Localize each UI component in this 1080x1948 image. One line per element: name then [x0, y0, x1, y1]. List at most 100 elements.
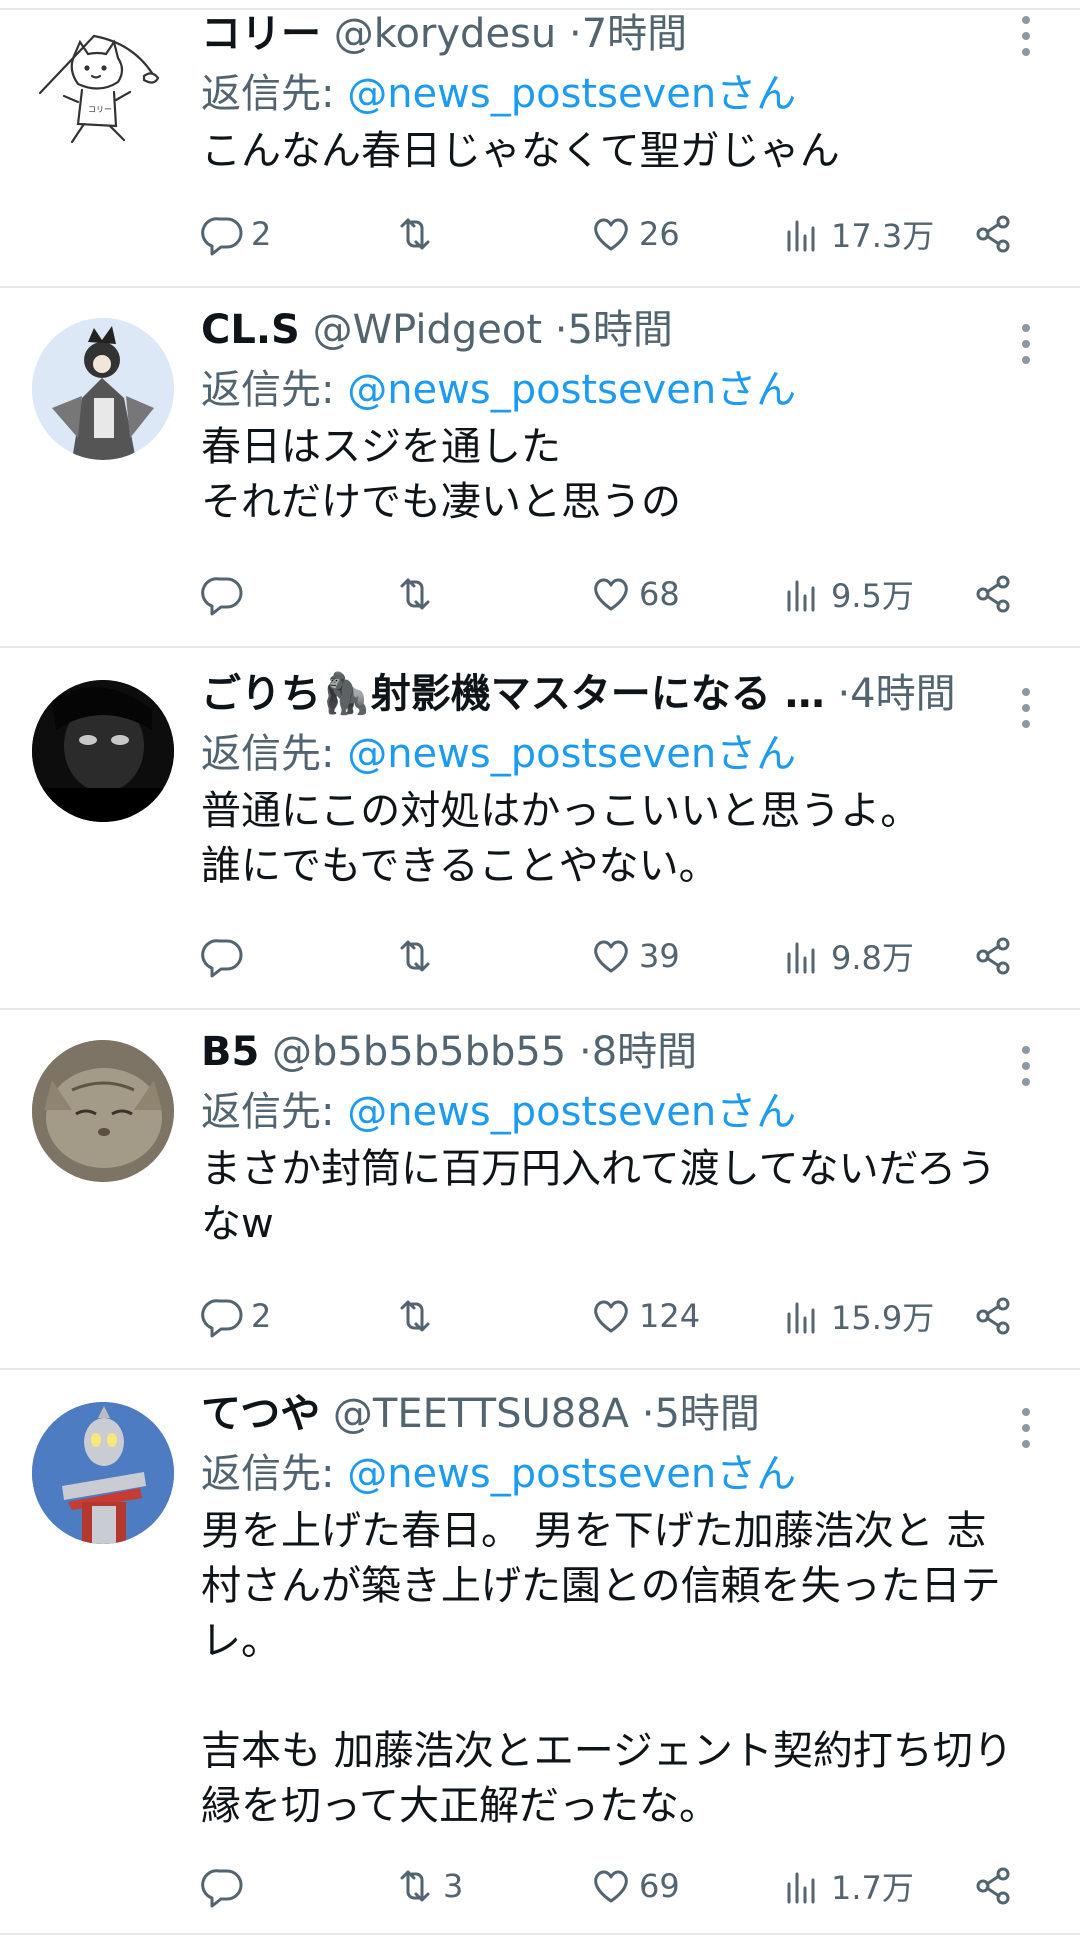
heart-icon — [594, 940, 628, 973]
avatar[interactable] — [32, 1402, 174, 1544]
heart-icon — [594, 218, 628, 251]
user-handle[interactable]: @b5b5b5bb55 — [272, 1029, 566, 1075]
avatar[interactable] — [32, 680, 174, 822]
cat-drawing-icon: コリー — [38, 34, 160, 144]
views-icon — [787, 220, 815, 252]
reply-button[interactable] — [201, 564, 251, 624]
reply-to-line: 返信先: @news_postsevenさん — [201, 1450, 1032, 1498]
dark-face-icon — [32, 680, 174, 822]
mention-link[interactable]: @news_postsevenさん — [347, 1089, 796, 1135]
retweet-icon — [400, 1300, 430, 1332]
tweet-reply[interactable]: コリー コリー @korydesu ·7時間 返信先: @news_postse… — [0, 0, 1080, 288]
timestamp[interactable]: 5時間 — [654, 1391, 759, 1437]
timestamp[interactable]: 4時間 — [850, 671, 955, 717]
more-options-icon[interactable] — [1014, 16, 1038, 56]
retweet-icon — [400, 1870, 430, 1902]
mention-link[interactable]: @news_postsevenさん — [347, 367, 796, 413]
mention-link[interactable]: @news_postsevenさん — [347, 71, 796, 117]
avatar[interactable] — [32, 1040, 174, 1182]
reply-to-label: 返信先: — [201, 1089, 348, 1135]
reply-button[interactable]: 2 — [201, 1286, 271, 1346]
more-options-icon[interactable] — [1014, 688, 1038, 728]
user-handle[interactable]: @TEETTSU88A — [333, 1391, 629, 1437]
reply-icon — [201, 217, 243, 256]
reply-icon — [201, 577, 243, 616]
display-name[interactable]: てつや — [201, 1391, 320, 1437]
like-count: 26 — [639, 215, 680, 253]
more-options-icon[interactable] — [1014, 1408, 1038, 1448]
tweet-text: 春日はスジを通した それだけでも凄いと思うの — [201, 424, 681, 525]
reply-button[interactable] — [201, 1856, 251, 1916]
view-count: 9.5万 — [831, 577, 914, 615]
views-button[interactable]: 9.8万 — [781, 926, 914, 986]
separator-dot: · — [568, 11, 582, 57]
like-count: 124 — [639, 1297, 701, 1335]
tweet-reply[interactable]: てつや @TEETTSU88A ·5時間 返信先: @news_postseve… — [0, 1370, 1080, 1935]
heart-icon — [594, 1870, 628, 1903]
more-options-icon[interactable] — [1014, 1046, 1038, 1086]
views-button[interactable]: 1.7万 — [781, 1856, 914, 1916]
views-icon — [787, 942, 815, 974]
tweet-header: B5 @b5b5b5bb55 ·8時間 — [201, 1028, 1032, 1076]
mention-link[interactable]: @news_postsevenさん — [347, 731, 796, 777]
reply-to-line: 返信先: @news_postsevenさん — [201, 1088, 1032, 1136]
anime-character-icon — [32, 318, 174, 460]
display-name[interactable]: B5 — [201, 1029, 259, 1075]
tweet-reply[interactable]: B5 @b5b5b5bb55 ·8時間 返信先: @news_postseven… — [0, 1010, 1080, 1370]
reply-to-label: 返信先: — [201, 367, 348, 413]
display-name[interactable]: CL.S — [201, 307, 300, 353]
retweet-button[interactable] — [393, 926, 443, 986]
views-button[interactable]: 9.5万 — [781, 564, 914, 624]
timestamp[interactable]: 7時間 — [582, 11, 687, 57]
share-button[interactable] — [971, 926, 1015, 986]
retweet-button[interactable] — [393, 204, 443, 264]
like-button[interactable]: 26 — [589, 204, 680, 264]
reply-button[interactable]: 2 — [201, 204, 271, 264]
heart-icon — [594, 1300, 628, 1333]
avatar[interactable] — [32, 318, 174, 460]
action-bar: 68 9.5万 — [201, 564, 1031, 624]
svg-text:コリー: コリー — [88, 105, 112, 114]
view-count: 1.7万 — [831, 1869, 914, 1907]
avatar[interactable]: コリー — [32, 18, 174, 160]
view-count: 9.8万 — [831, 939, 914, 977]
share-button[interactable] — [971, 564, 1015, 624]
retweet-button[interactable] — [393, 564, 443, 624]
timestamp[interactable]: 8時間 — [592, 1029, 697, 1075]
tweet-header: コリー @korydesu ·7時間 — [201, 10, 1032, 58]
reply-icon — [201, 939, 243, 978]
views-button[interactable]: 15.9万 — [781, 1286, 934, 1346]
reply-to-label: 返信先: — [201, 71, 348, 117]
tweet-reply[interactable]: CL.S @WPidgeot ·5時間 返信先: @news_postseven… — [0, 288, 1080, 648]
retweet-icon — [400, 218, 430, 250]
like-button[interactable]: 124 — [589, 1286, 700, 1346]
views-button[interactable]: 17.3万 — [781, 204, 934, 264]
display-name[interactable]: コリー — [201, 11, 321, 57]
share-button[interactable] — [971, 1286, 1015, 1346]
share-icon — [976, 937, 1010, 975]
views-icon — [787, 1302, 815, 1334]
heart-icon — [594, 578, 628, 611]
timestamp[interactable]: 5時間 — [567, 307, 672, 353]
reply-button[interactable] — [201, 926, 251, 986]
user-handle[interactable]: @WPidgeot — [313, 307, 542, 353]
like-button[interactable]: 69 — [589, 1856, 680, 1916]
retweet-button[interactable]: 3 — [393, 1856, 463, 1916]
separator-dot: · — [641, 1391, 655, 1437]
action-bar: 3 69 1.7万 — [201, 1856, 1031, 1916]
like-button[interactable]: 68 — [589, 564, 680, 624]
views-icon — [787, 1872, 815, 1904]
tweet-reply[interactable]: ごりち🦍射影機マスターになる … ·4時間 返信先: @news_postsev… — [0, 648, 1080, 1010]
retweet-count: 3 — [443, 1867, 464, 1905]
mention-link[interactable]: @news_postsevenさん — [347, 1451, 796, 1497]
share-button[interactable] — [971, 204, 1015, 264]
reply-count: 2 — [251, 215, 272, 253]
action-bar: 2 26 17.3万 — [201, 204, 1031, 264]
display-name[interactable]: ごりち🦍射影機マスターになる … — [201, 671, 825, 717]
like-button[interactable]: 39 — [589, 926, 680, 986]
like-count: 68 — [639, 575, 680, 613]
user-handle[interactable]: @korydesu — [334, 11, 557, 57]
retweet-button[interactable] — [393, 1286, 443, 1346]
more-options-icon[interactable] — [1014, 324, 1038, 364]
share-button[interactable] — [971, 1856, 1015, 1916]
